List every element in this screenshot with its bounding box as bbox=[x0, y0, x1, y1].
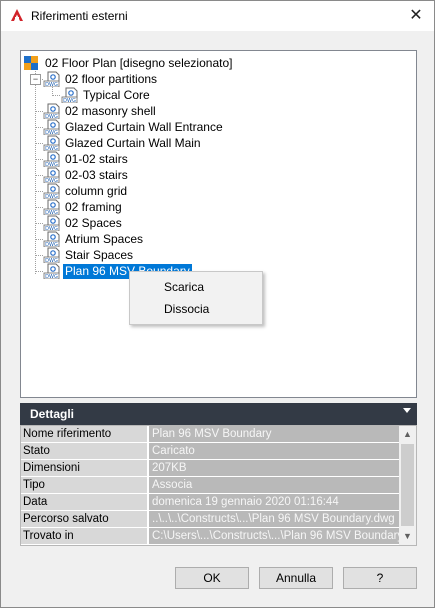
details-key: Nome riferimento bbox=[21, 426, 148, 442]
tree-item[interactable]: DWG Atrium Spaces bbox=[43, 231, 145, 247]
dwg-file-icon: DWG bbox=[43, 247, 61, 263]
tree-item-label: Typical Core bbox=[83, 87, 150, 102]
tree-item[interactable]: DWG 02 masonry shell bbox=[43, 103, 158, 119]
details-scrollbar[interactable]: ▲ ▼ bbox=[399, 426, 416, 545]
details-value: domenica 19 gennaio 2020 01:16:44 bbox=[149, 494, 399, 510]
dwg-file-icon: DWG bbox=[43, 231, 61, 247]
tree-root[interactable]: 02 Floor Plan [disegno selezionato] bbox=[23, 55, 234, 71]
details-row: Nome riferimento Plan 96 MSV Boundary bbox=[21, 426, 399, 444]
dwg-file-icon: DWG bbox=[43, 103, 61, 119]
tree-connector bbox=[52, 95, 60, 96]
tree-item[interactable]: DWG 01-02 stairs bbox=[43, 151, 130, 167]
details-row: Dimensioni 207KB bbox=[21, 460, 399, 478]
tree-connector bbox=[35, 175, 43, 176]
tree-item-label: 02 Spaces bbox=[65, 215, 122, 230]
autocad-logo-icon bbox=[10, 8, 24, 22]
tree-connector bbox=[35, 69, 36, 274]
details-value: Plan 96 MSV Boundary bbox=[149, 426, 399, 442]
ok-button[interactable]: OK bbox=[175, 567, 249, 589]
dwg-file-icon: DWG bbox=[43, 135, 61, 151]
details-row: Percorso salvato ..\..\..\Constructs\...\… bbox=[21, 511, 399, 529]
xref-tree[interactable]: 02 Floor Plan [disegno selezionato] DWG 0… bbox=[20, 50, 417, 398]
help-button[interactable]: ? bbox=[343, 567, 417, 589]
svg-text:DWG: DWG bbox=[45, 274, 58, 279]
tree-connector bbox=[52, 86, 53, 94]
dwg-file-icon: DWG bbox=[43, 183, 61, 199]
tree-root-label: 02 Floor Plan [disegno selezionato] bbox=[45, 55, 233, 70]
tree-item-label: Atrium Spaces bbox=[65, 231, 144, 246]
tree-connector bbox=[35, 143, 43, 144]
dwg-file-icon: DWG bbox=[43, 167, 61, 183]
tree-item[interactable]: DWG Typical Core bbox=[61, 87, 152, 103]
tree-item-label: Glazed Curtain Wall Entrance bbox=[65, 119, 223, 134]
details-title: Dettagli bbox=[30, 407, 75, 421]
tree-item-label: 02 framing bbox=[65, 199, 122, 214]
tree-item[interactable]: DWG Glazed Curtain Wall Main bbox=[43, 135, 203, 151]
details-value: ..\..\..\Constructs\...\Plan 96 MSV Boun… bbox=[149, 511, 399, 527]
scroll-up-icon[interactable]: ▲ bbox=[399, 426, 416, 443]
dialog-title: Riferimenti esterni bbox=[31, 9, 128, 23]
collapse-arrow-icon[interactable] bbox=[403, 408, 411, 413]
dwg-file-icon: DWG bbox=[43, 71, 61, 87]
close-button[interactable]: ✕ bbox=[406, 6, 426, 26]
tree-item[interactable]: DWG Glazed Curtain Wall Entrance bbox=[43, 119, 225, 135]
details-header[interactable]: Dettagli bbox=[20, 403, 417, 425]
details-key: Dimensioni bbox=[21, 460, 148, 476]
details-value: Caricato bbox=[149, 443, 399, 459]
tree-connector bbox=[35, 127, 43, 128]
details-value: 207KB bbox=[149, 460, 399, 476]
context-menu-dissocia[interactable]: Dissocia bbox=[164, 302, 209, 316]
tree-connector bbox=[35, 207, 43, 208]
tree-connector bbox=[35, 271, 43, 272]
dwg-file-icon: DWG bbox=[61, 87, 79, 103]
dwg-file-icon: DWG bbox=[43, 215, 61, 231]
details-row: Tipo Associa bbox=[21, 477, 399, 495]
scroll-down-icon[interactable]: ▼ bbox=[399, 528, 416, 545]
tree-item[interactable]: DWG 02 framing bbox=[43, 199, 124, 215]
scroll-thumb[interactable] bbox=[401, 444, 414, 526]
dwg-file-icon: DWG bbox=[43, 119, 61, 135]
tree-connector bbox=[35, 239, 43, 240]
tree-item[interactable]: DWG column grid bbox=[43, 183, 129, 199]
tree-item-label: 02 floor partitions bbox=[65, 71, 158, 86]
tree-item-label: 01-02 stairs bbox=[65, 151, 128, 166]
title-bar[interactable]: Riferimenti esterni ✕ bbox=[1, 1, 434, 31]
details-row: Stato Caricato bbox=[21, 443, 399, 461]
dwg-file-icon: DWG bbox=[43, 263, 61, 279]
drawing-root-icon bbox=[23, 55, 41, 71]
svg-text:DWG: DWG bbox=[45, 82, 58, 87]
tree-connector bbox=[35, 255, 43, 256]
tree-item-label: 02 masonry shell bbox=[65, 103, 156, 118]
details-value: Associa bbox=[149, 477, 399, 493]
tree-connector bbox=[35, 191, 43, 192]
tree-connector bbox=[35, 159, 43, 160]
details-value: C:\Users\...\Constructs\...\Plan 96 MSV … bbox=[149, 528, 399, 544]
tree-item[interactable]: DWG 02-03 stairs bbox=[43, 167, 130, 183]
details-key: Percorso salvato bbox=[21, 511, 148, 527]
cancel-button[interactable]: Annulla bbox=[259, 567, 333, 589]
details-key: Trovato in bbox=[21, 528, 148, 544]
tree-item-label: column grid bbox=[65, 183, 128, 198]
context-menu: Scarica Dissocia bbox=[129, 271, 263, 325]
tree-item-label: Glazed Curtain Wall Main bbox=[65, 135, 201, 150]
dwg-file-icon: DWG bbox=[43, 151, 61, 167]
details-row: Data domenica 19 gennaio 2020 01:16:44 bbox=[21, 494, 399, 512]
tree-item[interactable]: DWG Stair Spaces bbox=[43, 247, 135, 263]
tree-item[interactable]: DWG 02 floor partitions bbox=[43, 71, 159, 87]
details-key: Stato bbox=[21, 443, 148, 459]
details-key: Data bbox=[21, 494, 148, 510]
context-menu-scarica[interactable]: Scarica bbox=[164, 280, 204, 294]
details-key: Tipo bbox=[21, 477, 148, 493]
collapse-toggle-icon[interactable]: − bbox=[30, 74, 41, 85]
dwg-file-icon: DWG bbox=[43, 199, 61, 215]
details-row: Trovato in C:\Users\...\Constructs\...\Pl… bbox=[21, 528, 399, 545]
tree-item-label: 02-03 stairs bbox=[65, 167, 128, 182]
details-grid: Nome riferimento Plan 96 MSV Boundary Stat… bbox=[20, 425, 417, 546]
tree-connector bbox=[35, 111, 43, 112]
tree-item[interactable]: DWG 02 Spaces bbox=[43, 215, 124, 231]
dialog-window: Riferimenti esterni ✕ 02 Floor Plan [dis… bbox=[0, 0, 435, 608]
tree-item-label: Stair Spaces bbox=[65, 247, 134, 262]
tree-connector bbox=[35, 223, 43, 224]
